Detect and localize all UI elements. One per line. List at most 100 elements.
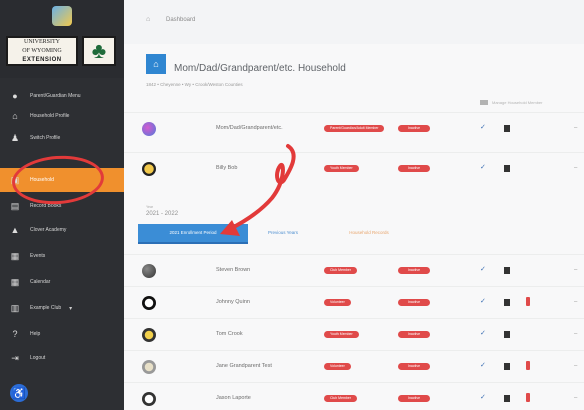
- lock-icon[interactable]: [526, 297, 530, 306]
- year-label: Year: [146, 205, 154, 209]
- calendar-icon: ▦: [10, 250, 20, 261]
- sidebar-item-label: Logout: [30, 355, 46, 361]
- graduation-cap-icon: ▲: [10, 225, 20, 235]
- status-badge: Inactive: [398, 299, 430, 306]
- university-logo: UNIVERSITY OF WYOMING EXTENSION: [6, 36, 78, 66]
- logout-icon: ⇥: [11, 352, 19, 363]
- app: UNIVERSITY OF WYOMING EXTENSION ♣ ● Pare…: [0, 0, 584, 410]
- app-logo-icon: [52, 6, 72, 26]
- avatar: [142, 328, 156, 342]
- table-row[interactable]: Mom/Dad/Grandparent/etc. Parent/Guardian…: [124, 112, 584, 148]
- tab-underline: [138, 242, 248, 244]
- sidebar-item-example-club[interactable]: ▥ Example Club ▾: [0, 296, 124, 320]
- status-badge: Inactive: [398, 267, 430, 274]
- calendar-icon: ▦: [10, 276, 20, 287]
- document-icon[interactable]: [504, 363, 510, 370]
- sidebar-item-label: Switch Profile: [30, 135, 61, 141]
- more-icon[interactable]: –: [574, 363, 577, 369]
- document-icon[interactable]: [504, 125, 510, 132]
- accessibility-icon[interactable]: ♿: [10, 384, 28, 402]
- table-row[interactable]: Billy Bob Youth Member Inactive ✓ –: [124, 152, 584, 188]
- brand: UNIVERSITY OF WYOMING EXTENSION ♣: [0, 0, 124, 78]
- check-icon: ✓: [480, 164, 486, 171]
- column-header: Manage Household Member: [480, 100, 543, 106]
- check-icon: ✓: [480, 330, 486, 337]
- sidebar-item-label: Help: [30, 331, 41, 337]
- sidebar-item-help[interactable]: ? Help: [0, 322, 124, 346]
- role-badge: Parent/Guardian/Adult Member: [324, 125, 385, 132]
- book-icon: ▤: [10, 200, 20, 211]
- status-badge: Inactive: [398, 165, 430, 172]
- household-address: 1842 • Cheyenne • Wy • Crook/Weston Coun…: [146, 82, 243, 87]
- brand-line1: UNIVERSITY: [24, 39, 60, 45]
- avatar: [142, 122, 156, 136]
- status-badge: Inactive: [398, 363, 430, 370]
- home-icon: ⌂: [12, 111, 18, 121]
- sidebar-item-label: Clover Academy: [30, 227, 67, 233]
- member-name: Jane Grandparent Test: [216, 363, 272, 369]
- table-row[interactable]: Jason Laporte Club Member Inactive ✓ –: [124, 382, 584, 410]
- clover-icon: ♣: [82, 36, 116, 66]
- more-icon[interactable]: –: [574, 395, 577, 401]
- sidebar-item-label: Parent/Guardian Menu: [30, 93, 81, 99]
- lock-icon[interactable]: [526, 361, 530, 370]
- role-badge: Club Member: [324, 395, 358, 402]
- sidebar-item-label: Calendar: [30, 279, 51, 285]
- check-icon: ✓: [480, 124, 486, 131]
- lock-icon[interactable]: [526, 393, 530, 402]
- document-icon[interactable]: [504, 165, 510, 172]
- more-icon[interactable]: –: [574, 165, 577, 171]
- sidebar-item-switch-profile[interactable]: ♟ Switch Profile: [0, 126, 124, 150]
- table-row[interactable]: Steven Brown Club Member Inactive ✓ –: [124, 254, 584, 290]
- member-name: Johnny Quinn: [216, 299, 250, 305]
- table-row[interactable]: Johnny Quinn Volunteer Inactive ✓ –: [124, 286, 584, 322]
- status-badge: Inactive: [398, 395, 430, 402]
- home-icon[interactable]: ⌂: [146, 16, 150, 23]
- chevron-down-icon: ▾: [69, 305, 73, 312]
- table-row[interactable]: Tom Crook Youth Member Inactive ✓ –: [124, 318, 584, 354]
- table-row[interactable]: Jane Grandparent Test Volunteer Inactive…: [124, 350, 584, 386]
- document-icon[interactable]: [504, 395, 510, 402]
- brand-line2: OF WYOMING: [22, 48, 62, 54]
- role-badge: Youth Member: [324, 331, 359, 338]
- household-icon: ⌂: [146, 54, 166, 74]
- sidebar-item-logout[interactable]: ⇥ Logout: [0, 346, 124, 370]
- club-icon: ▥: [10, 302, 20, 313]
- avatar-icon: ●: [12, 91, 18, 101]
- sidebar-item-label: Example Club: [30, 305, 62, 311]
- year-value[interactable]: 2021 - 2022: [146, 211, 178, 217]
- breadcrumb[interactable]: Dashboard: [166, 17, 195, 23]
- sidebar-item-events[interactable]: ▦ Events: [0, 244, 124, 268]
- tab-household-records[interactable]: Household Records: [334, 224, 404, 242]
- sidebar-item-clover-academy[interactable]: ▲ Clover Academy: [0, 218, 124, 242]
- sidebar-item-label: Household Profile: [30, 113, 70, 119]
- more-icon[interactable]: –: [574, 299, 577, 305]
- document-icon[interactable]: [504, 267, 510, 274]
- role-badge: Youth Member: [324, 165, 359, 172]
- more-icon[interactable]: –: [574, 267, 577, 273]
- more-icon[interactable]: –: [574, 125, 577, 131]
- more-icon[interactable]: –: [574, 331, 577, 337]
- sidebar-item-calendar[interactable]: ▦ Calendar: [0, 270, 124, 294]
- check-icon: ✓: [480, 362, 486, 369]
- status-badge: Inactive: [398, 331, 430, 338]
- member-name: Steven Brown: [216, 267, 251, 273]
- member-name: Jason Laporte: [216, 395, 251, 401]
- avatar: [142, 162, 156, 176]
- avatar: [142, 264, 156, 278]
- annotation-arrow: [220, 144, 296, 236]
- check-icon: ✓: [480, 394, 486, 401]
- document-icon[interactable]: [504, 299, 510, 306]
- sidebar-item-household-profile[interactable]: ⌂ Household Profile: [0, 104, 124, 128]
- document-icon[interactable]: [504, 331, 510, 338]
- household-card: ⌂ Mom/Dad/Grandparent/etc. Household 184…: [124, 44, 584, 410]
- member-name: Tom Crook: [216, 331, 243, 337]
- avatar: [142, 296, 156, 310]
- column-header-label: Manage Household Member: [492, 100, 543, 105]
- role-badge: Club Member: [324, 267, 358, 274]
- role-badge: Volunteer: [324, 363, 351, 370]
- status-badge: Inactive: [398, 125, 430, 132]
- check-icon: ✓: [480, 266, 486, 273]
- manage-icon: [480, 100, 488, 106]
- sidebar-item-label: Events: [30, 253, 46, 259]
